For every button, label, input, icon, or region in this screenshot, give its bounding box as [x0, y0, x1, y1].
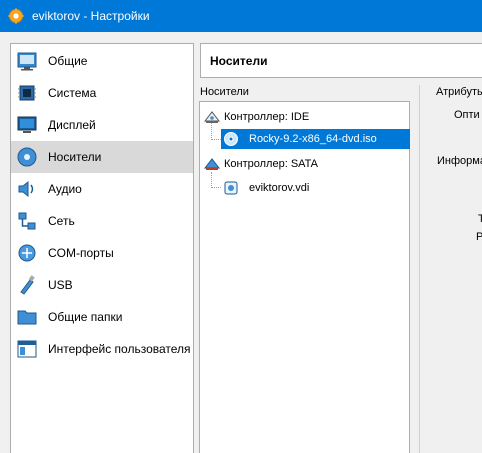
device-label: eviktorov.vdi — [249, 182, 310, 194]
sidebar-item-label: Аудио — [48, 182, 82, 196]
sidebar-item-label: Дисплей — [48, 118, 96, 132]
sidebar-item-user-interface[interactable]: Интерфейс пользователя — [11, 333, 193, 365]
settings-sidebar: Общие Система Дисплей Носители Аудио Сет… — [10, 43, 194, 453]
page-title: Носители — [210, 54, 268, 68]
sidebar-item-label: Носители — [48, 150, 102, 164]
system-chip-icon — [18, 85, 36, 101]
network-icon — [18, 212, 36, 230]
title-bar[interactable]: eviktorov - Настройки — [0, 0, 482, 32]
sata-controller-icon — [204, 158, 220, 170]
optical-disc-icon — [224, 132, 238, 146]
ide-controller-icon — [204, 111, 220, 123]
info-row-label: Т — [478, 213, 482, 225]
panel-separator — [419, 85, 420, 453]
virtualbox-gear-icon — [8, 8, 24, 24]
optical-drive-label: Опти — [454, 109, 480, 121]
audio-speaker-icon — [18, 180, 34, 198]
sidebar-item-audio[interactable]: Аудио — [11, 173, 193, 205]
sidebar-item-general[interactable]: Общие — [11, 45, 193, 77]
info-row-label: Р — [476, 231, 482, 243]
hard-disk-icon — [224, 181, 238, 195]
sidebar-item-storage[interactable]: Носители — [11, 141, 193, 173]
sidebar-item-label: Общие — [48, 54, 88, 68]
sidebar-item-label: USB — [48, 278, 73, 292]
sidebar-item-shared-folders[interactable]: Общие папки — [11, 301, 193, 333]
sidebar-item-label: Интерфейс пользователя — [48, 342, 191, 356]
display-monitor-icon — [17, 116, 37, 133]
device-optical-iso[interactable]: Rocky-9.2-x86_64-dvd.iso — [221, 129, 410, 149]
user-interface-icon — [17, 340, 37, 358]
controller-label: Контроллер: SATA — [224, 158, 318, 170]
attributes-group-label: Атрибуты — [436, 86, 482, 98]
page-header: Носители — [200, 43, 482, 78]
controller-sata[interactable]: Контроллер: SATA — [204, 154, 404, 174]
sidebar-item-display[interactable]: Дисплей — [11, 109, 193, 141]
window-title: eviktorov - Настройки — [32, 9, 150, 23]
controller-label: Контроллер: IDE — [224, 111, 310, 123]
device-hard-disk[interactable]: eviktorov.vdi — [221, 178, 410, 198]
sidebar-item-usb[interactable]: USB — [11, 269, 193, 301]
sidebar-item-network[interactable]: Сеть — [11, 205, 193, 237]
storage-tree[interactable]: Контроллер: IDE Rocky-9.2-x86_64-dvd.iso… — [199, 101, 410, 453]
shared-folder-icon — [17, 310, 37, 325]
sidebar-item-label: Сеть — [48, 214, 75, 228]
storage-disc-icon — [17, 147, 37, 167]
sidebar-item-system[interactable]: Система — [11, 77, 193, 109]
sidebar-item-label: COM-порты — [48, 246, 114, 260]
usb-icon — [20, 275, 35, 295]
storage-group-label: Носители — [200, 86, 249, 98]
device-label: Rocky-9.2-x86_64-dvd.iso — [249, 133, 377, 145]
sidebar-item-serial-ports[interactable]: COM-порты — [11, 237, 193, 269]
sidebar-item-label: Общие папки — [48, 310, 123, 324]
controller-ide[interactable]: Контроллер: IDE — [204, 107, 404, 127]
information-group-label: Информац — [437, 155, 482, 167]
sidebar-item-label: Система — [48, 86, 97, 100]
general-settings-icon — [17, 52, 37, 71]
serial-port-icon — [18, 244, 36, 262]
